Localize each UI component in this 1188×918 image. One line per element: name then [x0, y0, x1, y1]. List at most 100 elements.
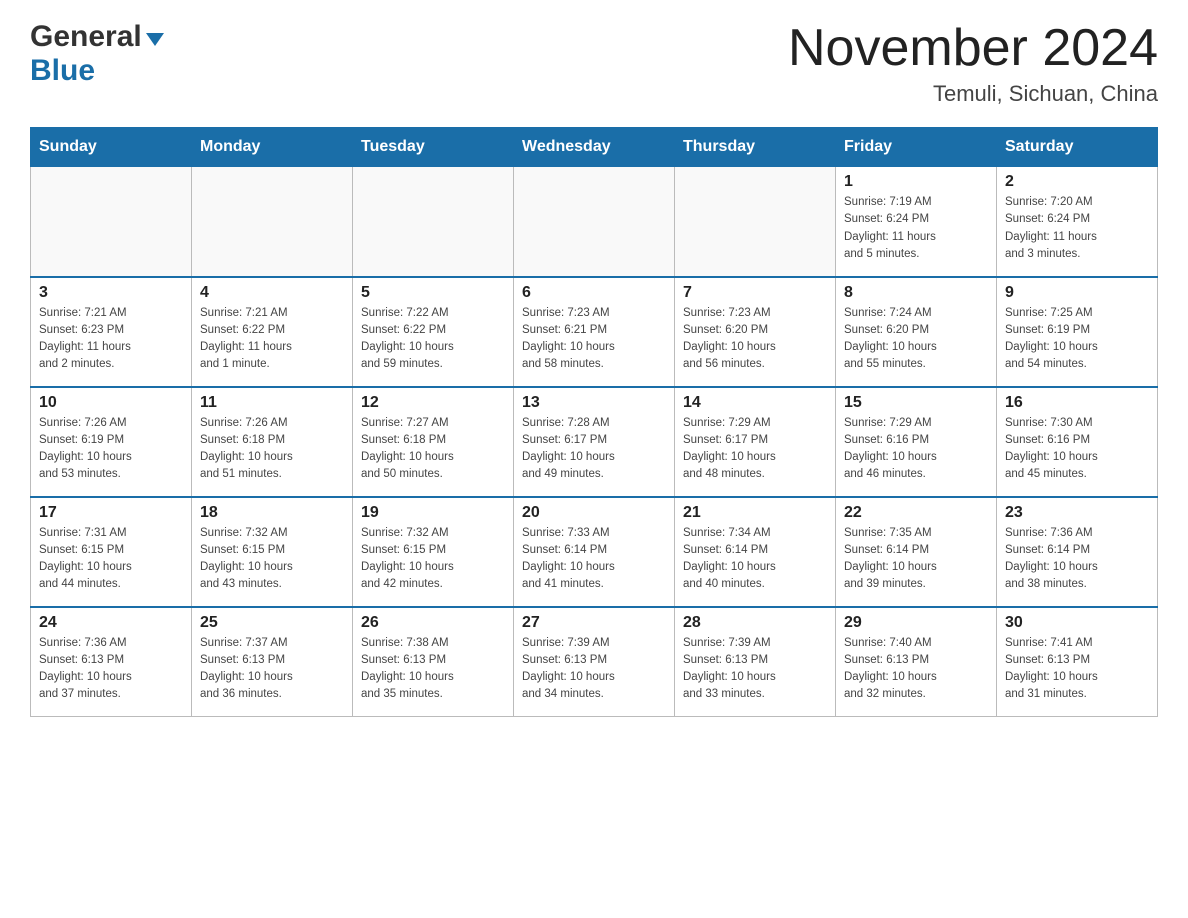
weekday-header-monday: Monday: [192, 128, 353, 167]
day-number: 25: [200, 614, 344, 632]
calendar-cell: 9 Sunrise: 7:25 AM Sunset: 6:19 PM Daylig…: [997, 277, 1158, 387]
day-number: 27: [522, 614, 666, 632]
day-number: 1: [844, 173, 988, 191]
day-info: Sunrise: 7:40 AM Sunset: 6:13 PM Dayligh…: [844, 635, 988, 704]
day-number: 29: [844, 614, 988, 632]
day-number: 4: [200, 284, 344, 302]
day-number: 7: [683, 284, 827, 302]
calendar-cell: 28 Sunrise: 7:39 AM Sunset: 6:13 PM Dayli…: [675, 607, 836, 717]
weekday-header-saturday: Saturday: [997, 128, 1158, 167]
calendar-cell: [192, 167, 353, 277]
weekday-header-friday: Friday: [836, 128, 997, 167]
calendar-cell: 20 Sunrise: 7:33 AM Sunset: 6:14 PM Dayli…: [514, 497, 675, 607]
day-info: Sunrise: 7:32 AM Sunset: 6:15 PM Dayligh…: [200, 525, 344, 594]
day-info: Sunrise: 7:25 AM Sunset: 6:19 PM Dayligh…: [1005, 305, 1149, 374]
day-info: Sunrise: 7:21 AM Sunset: 6:23 PM Dayligh…: [39, 305, 183, 374]
location-title: Temuli, Sichuan, China: [788, 81, 1158, 107]
day-number: 17: [39, 504, 183, 522]
calendar-cell: 6 Sunrise: 7:23 AM Sunset: 6:21 PM Daylig…: [514, 277, 675, 387]
day-number: 23: [1005, 504, 1149, 522]
day-info: Sunrise: 7:41 AM Sunset: 6:13 PM Dayligh…: [1005, 635, 1149, 704]
month-title: November 2024: [788, 20, 1158, 77]
calendar-cell: 22 Sunrise: 7:35 AM Sunset: 6:14 PM Dayli…: [836, 497, 997, 607]
weekday-header-thursday: Thursday: [675, 128, 836, 167]
day-number: 12: [361, 394, 505, 412]
day-info: Sunrise: 7:37 AM Sunset: 6:13 PM Dayligh…: [200, 635, 344, 704]
day-info: Sunrise: 7:26 AM Sunset: 6:18 PM Dayligh…: [200, 415, 344, 484]
week-row-4: 17 Sunrise: 7:31 AM Sunset: 6:15 PM Dayli…: [31, 497, 1158, 607]
day-info: Sunrise: 7:39 AM Sunset: 6:13 PM Dayligh…: [522, 635, 666, 704]
day-number: 11: [200, 394, 344, 412]
day-number: 3: [39, 284, 183, 302]
day-info: Sunrise: 7:38 AM Sunset: 6:13 PM Dayligh…: [361, 635, 505, 704]
weekday-header-wednesday: Wednesday: [514, 128, 675, 167]
day-number: 14: [683, 394, 827, 412]
calendar-cell: 7 Sunrise: 7:23 AM Sunset: 6:20 PM Daylig…: [675, 277, 836, 387]
calendar-cell: 14 Sunrise: 7:29 AM Sunset: 6:17 PM Dayli…: [675, 387, 836, 497]
day-info: Sunrise: 7:24 AM Sunset: 6:20 PM Dayligh…: [844, 305, 988, 374]
calendar-cell: 2 Sunrise: 7:20 AM Sunset: 6:24 PM Daylig…: [997, 167, 1158, 277]
day-info: Sunrise: 7:30 AM Sunset: 6:16 PM Dayligh…: [1005, 415, 1149, 484]
calendar-header: SundayMondayTuesdayWednesdayThursdayFrid…: [31, 128, 1158, 167]
day-number: 20: [522, 504, 666, 522]
calendar-cell: 5 Sunrise: 7:22 AM Sunset: 6:22 PM Daylig…: [353, 277, 514, 387]
calendar-cell: 11 Sunrise: 7:26 AM Sunset: 6:18 PM Dayli…: [192, 387, 353, 497]
day-info: Sunrise: 7:22 AM Sunset: 6:22 PM Dayligh…: [361, 305, 505, 374]
day-info: Sunrise: 7:28 AM Sunset: 6:17 PM Dayligh…: [522, 415, 666, 484]
day-number: 28: [683, 614, 827, 632]
logo-blue-text: Blue: [30, 54, 95, 87]
day-number: 30: [1005, 614, 1149, 632]
day-number: 22: [844, 504, 988, 522]
day-number: 6: [522, 284, 666, 302]
weekday-header-tuesday: Tuesday: [353, 128, 514, 167]
calendar-cell: 15Sunrise: 7:29 AM Sunset: 6:16 PM Dayli…: [836, 387, 997, 497]
day-info: Sunrise: 7:29 AM Sunset: 6:17 PM Dayligh…: [683, 415, 827, 484]
day-info: Sunrise: 7:31 AM Sunset: 6:15 PM Dayligh…: [39, 525, 183, 594]
day-number: 2: [1005, 173, 1149, 191]
calendar-cell: 30 Sunrise: 7:41 AM Sunset: 6:13 PM Dayli…: [997, 607, 1158, 717]
weekday-header-row: SundayMondayTuesdayWednesdayThursdayFrid…: [31, 128, 1158, 167]
week-row-1: 1Sunrise: 7:19 AM Sunset: 6:24 PM Daylig…: [31, 167, 1158, 277]
day-info: Sunrise: 7:23 AM Sunset: 6:20 PM Dayligh…: [683, 305, 827, 374]
calendar-cell: 26 Sunrise: 7:38 AM Sunset: 6:13 PM Dayli…: [353, 607, 514, 717]
week-row-3: 10 Sunrise: 7:26 AM Sunset: 6:19 PM Dayli…: [31, 387, 1158, 497]
calendar-cell: 18Sunrise: 7:32 AM Sunset: 6:15 PM Dayli…: [192, 497, 353, 607]
day-number: 21: [683, 504, 827, 522]
day-number: 9: [1005, 284, 1149, 302]
day-number: 16: [1005, 394, 1149, 412]
weekday-header-sunday: Sunday: [31, 128, 192, 167]
calendar-cell: 3 Sunrise: 7:21 AM Sunset: 6:23 PM Daylig…: [31, 277, 192, 387]
day-number: 10: [39, 394, 183, 412]
day-info: Sunrise: 7:26 AM Sunset: 6:19 PM Dayligh…: [39, 415, 183, 484]
logo: General Blue: [30, 20, 164, 88]
calendar-cell: 4Sunrise: 7:21 AM Sunset: 6:22 PM Daylig…: [192, 277, 353, 387]
calendar-cell: 10 Sunrise: 7:26 AM Sunset: 6:19 PM Dayli…: [31, 387, 192, 497]
day-number: 5: [361, 284, 505, 302]
day-info: Sunrise: 7:33 AM Sunset: 6:14 PM Dayligh…: [522, 525, 666, 594]
calendar-cell: 19Sunrise: 7:32 AM Sunset: 6:15 PM Dayli…: [353, 497, 514, 607]
day-number: 26: [361, 614, 505, 632]
calendar-cell: 1Sunrise: 7:19 AM Sunset: 6:24 PM Daylig…: [836, 167, 997, 277]
calendar-cell: 25 Sunrise: 7:37 AM Sunset: 6:13 PM Dayli…: [192, 607, 353, 717]
day-info: Sunrise: 7:27 AM Sunset: 6:18 PM Dayligh…: [361, 415, 505, 484]
title-area: November 2024 Temuli, Sichuan, China: [788, 20, 1158, 107]
day-info: Sunrise: 7:36 AM Sunset: 6:14 PM Dayligh…: [1005, 525, 1149, 594]
day-info: Sunrise: 7:20 AM Sunset: 6:24 PM Dayligh…: [1005, 194, 1149, 263]
calendar-cell: [31, 167, 192, 277]
logo-triangle-icon: [146, 33, 164, 46]
day-info: Sunrise: 7:23 AM Sunset: 6:21 PM Dayligh…: [522, 305, 666, 374]
day-info: Sunrise: 7:39 AM Sunset: 6:13 PM Dayligh…: [683, 635, 827, 704]
calendar-cell: [353, 167, 514, 277]
calendar-cell: 16 Sunrise: 7:30 AM Sunset: 6:16 PM Dayli…: [997, 387, 1158, 497]
calendar-cell: 17 Sunrise: 7:31 AM Sunset: 6:15 PM Dayli…: [31, 497, 192, 607]
calendar-cell: 13Sunrise: 7:28 AM Sunset: 6:17 PM Dayli…: [514, 387, 675, 497]
day-info: Sunrise: 7:29 AM Sunset: 6:16 PM Dayligh…: [844, 415, 988, 484]
day-info: Sunrise: 7:35 AM Sunset: 6:14 PM Dayligh…: [844, 525, 988, 594]
day-number: 8: [844, 284, 988, 302]
calendar-body: 1Sunrise: 7:19 AM Sunset: 6:24 PM Daylig…: [31, 167, 1158, 717]
calendar-cell: 27 Sunrise: 7:39 AM Sunset: 6:13 PM Dayli…: [514, 607, 675, 717]
calendar-cell: 21Sunrise: 7:34 AM Sunset: 6:14 PM Dayli…: [675, 497, 836, 607]
calendar-cell: 29 Sunrise: 7:40 AM Sunset: 6:13 PM Dayli…: [836, 607, 997, 717]
calendar-cell: 23 Sunrise: 7:36 AM Sunset: 6:14 PM Dayli…: [997, 497, 1158, 607]
day-info: Sunrise: 7:36 AM Sunset: 6:13 PM Dayligh…: [39, 635, 183, 704]
